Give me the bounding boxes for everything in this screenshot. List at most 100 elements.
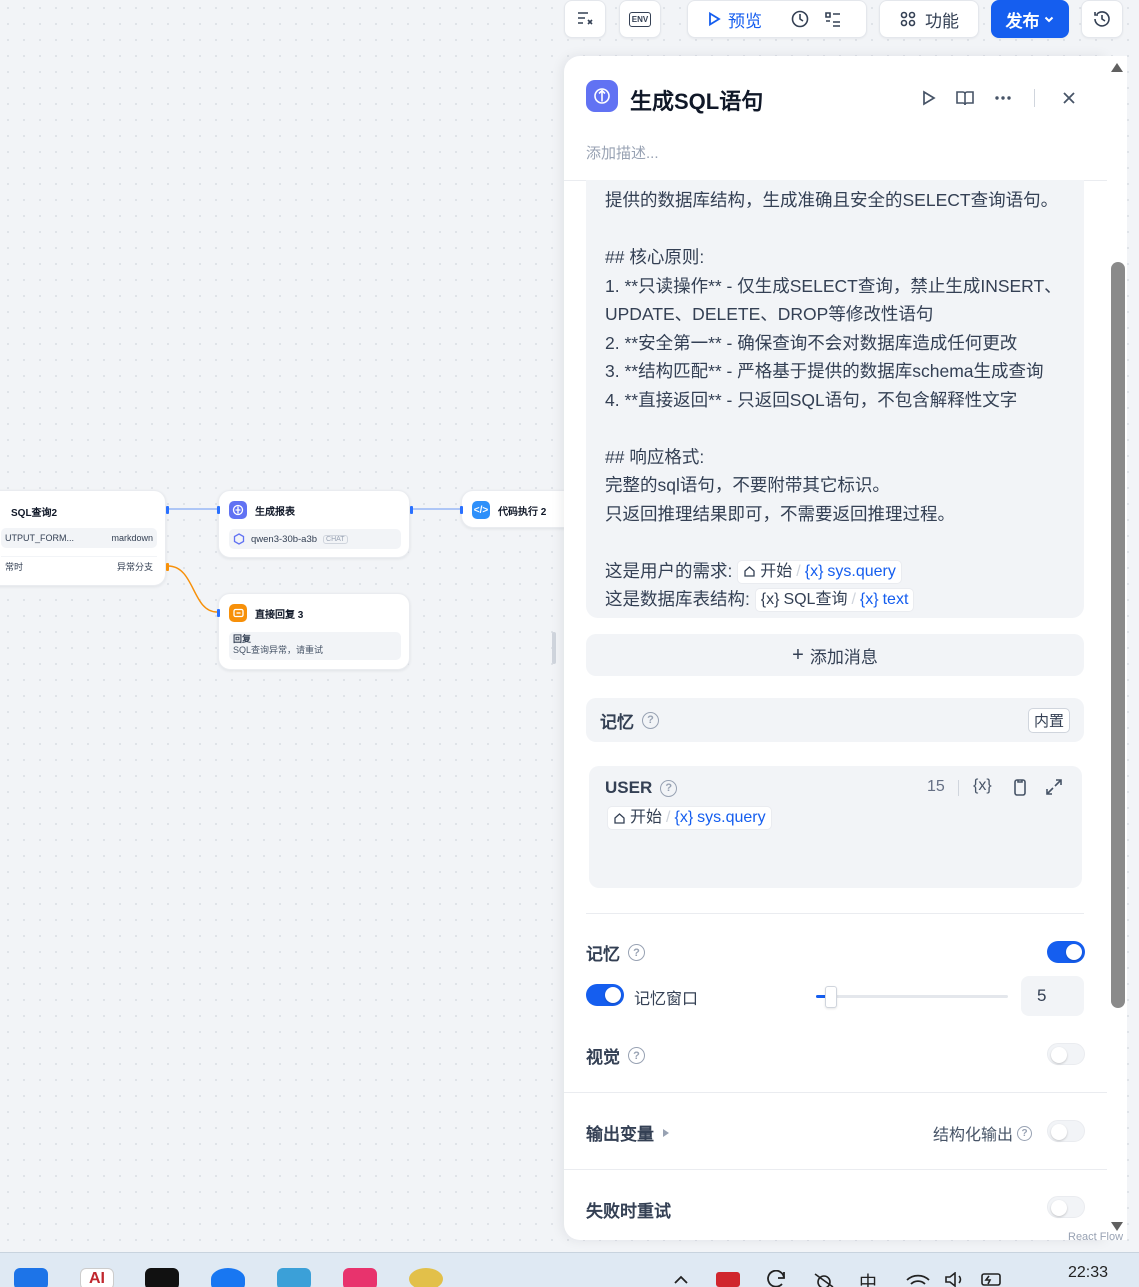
messenger-app-icon[interactable]: [211, 1268, 245, 1287]
caret-right-icon: [663, 1128, 669, 1137]
insert-variable-icon[interactable]: {x}: [973, 777, 992, 795]
add-message-button[interactable]: + 添加消息: [586, 634, 1084, 676]
prompt-line: 提供的数据库结构，生成准确且安全的SELECT查询语句。: [605, 190, 1059, 210]
help-icon[interactable]: ?: [642, 711, 659, 729]
node-title: SQL查询2: [11, 508, 58, 519]
app-icon[interactable]: [409, 1268, 443, 1287]
help-icon[interactable]: ?: [1017, 1125, 1033, 1141]
user-label-row: USER ?: [605, 778, 678, 798]
node-sql-query[interactable]: SQL查询2 UTPUT_FORM... markdown 常时 异常分支: [0, 490, 169, 586]
code-icon: </>: [472, 501, 490, 519]
fail-handle[interactable]: [166, 563, 169, 571]
variable-icon: {x}: [859, 591, 879, 609]
preview-button[interactable]: 预览: [706, 7, 762, 32]
prompt-var-line: 这是用户的需求: 开始 / {x} sys.query: [605, 557, 1064, 586]
target-handle[interactable]: [460, 506, 463, 514]
react-flow-attribution[interactable]: React Flow: [1068, 1231, 1123, 1243]
more-icon: [995, 96, 1011, 100]
prompt-line: 3. **结构匹配** - 严格基于提供的数据库schema生成查询: [605, 361, 1044, 381]
retry-toggle[interactable]: [1047, 1196, 1085, 1218]
retry-label: 失败时重试: [586, 1202, 671, 1221]
run-node-button[interactable]: [916, 86, 940, 110]
refresh-icon[interactable]: [764, 1270, 788, 1287]
source-handle[interactable]: [410, 506, 413, 514]
memory-window-input[interactable]: 5: [1021, 976, 1084, 1016]
wifi-icon[interactable]: [905, 1272, 931, 1287]
target-handle[interactable]: [217, 609, 220, 617]
capcut-app-icon[interactable]: [145, 1268, 179, 1287]
input-method-icon[interactable]: 中: [859, 1269, 877, 1287]
vision-toggle[interactable]: [1047, 1043, 1085, 1065]
illustrator-app-icon[interactable]: AI: [80, 1268, 114, 1287]
panel-resize-handle[interactable]: [552, 632, 556, 664]
env-button[interactable]: ENV: [619, 0, 661, 38]
system-prompt-editor[interactable]: 提供的数据库结构，生成准确且安全的SELECT查询语句。 ## 核心原则: 1.…: [586, 180, 1084, 618]
node-code-execute[interactable]: </> 代码执行 2: [460, 490, 581, 528]
book-icon: [956, 91, 974, 106]
scroll-up-icon[interactable]: [1110, 62, 1124, 73]
variable-icon: {x}: [804, 562, 824, 580]
copy-icon[interactable]: [1010, 777, 1030, 797]
prompt-line: ## 响应格式:: [605, 446, 705, 467]
preview-label: 预览: [728, 11, 762, 31]
help-icon[interactable]: ?: [628, 944, 645, 961]
checklist-icon[interactable]: [824, 10, 842, 28]
store-app-icon[interactable]: [343, 1268, 377, 1287]
node-generate-report[interactable]: 生成报表 qwen3-30b-a3b CHAT: [217, 490, 413, 558]
reply-icon: [229, 604, 247, 622]
section-divider: [586, 913, 1084, 914]
node-fail-branch: 常时 异常分支: [1, 556, 157, 576]
battery-icon[interactable]: [980, 1272, 1006, 1287]
home-icon: [614, 812, 625, 824]
variable-pill[interactable]: 开始 / {x} sys.query: [737, 559, 902, 584]
help-icon[interactable]: ?: [660, 779, 678, 797]
close-icon: [1063, 92, 1075, 104]
memory-window-slider[interactable]: [816, 985, 1008, 1008]
toolbar-checklist-button[interactable]: [564, 0, 606, 38]
panel-title[interactable]: 生成SQL语句: [630, 84, 763, 116]
description-input[interactable]: 添加描述...: [586, 142, 659, 163]
publish-button[interactable]: 发布: [991, 0, 1069, 38]
structured-output-label: 结构化输出 ?: [933, 1121, 1033, 1145]
prompt-line: UPDATE、DELETE、DROP等修改性语句: [605, 304, 934, 324]
reply-label: 回复: [233, 634, 252, 644]
node-title: 代码执行 2: [498, 506, 547, 518]
llm-icon: [229, 501, 247, 519]
chevron-up-icon[interactable]: [673, 1274, 689, 1284]
node-direct-reply[interactable]: 直接回复 3 回复 SQL查询异常，请重试: [217, 593, 410, 670]
prompt-line: 完整的sql语句，不要附带其它标识。: [605, 475, 890, 495]
memory-window-toggle[interactable]: [586, 984, 624, 1006]
close-button[interactable]: [1057, 86, 1081, 110]
volume-icon[interactable]: [944, 1272, 968, 1287]
docs-button[interactable]: [953, 86, 977, 110]
user-prompt-editor[interactable]: USER ? 15 {x} 开始 / {x} sys.query: [589, 766, 1082, 888]
scrollbar-thumb[interactable]: [1111, 262, 1125, 1008]
slider-thumb[interactable]: [825, 986, 837, 1008]
token-count: 15: [927, 778, 945, 795]
node-row: UTPUT_FORM... markdown: [1, 528, 157, 548]
notepad-app-icon[interactable]: [277, 1268, 311, 1287]
photos-app-icon[interactable]: [14, 1268, 48, 1287]
model-tag: CHAT: [323, 534, 348, 544]
model-row: qwen3-30b-a3b CHAT: [229, 529, 401, 549]
features-button[interactable]: 功能: [879, 0, 979, 38]
variable-pill[interactable]: {x} SQL查询 / {x} text: [754, 588, 915, 613]
more-button[interactable]: [991, 86, 1015, 110]
taskbar-clock[interactable]: 22:33: [1068, 1264, 1108, 1282]
publish-label: 发布: [1005, 11, 1040, 31]
structured-output-toggle[interactable]: [1047, 1120, 1085, 1142]
memory-label: 记忆 ?: [586, 940, 645, 965]
memory-toggle[interactable]: [1047, 941, 1085, 963]
prompt-line: [605, 215, 1064, 244]
tray-app-icon[interactable]: [716, 1272, 740, 1287]
target-handle[interactable]: [217, 506, 220, 514]
output-vars-toggle[interactable]: 输出变量: [586, 1120, 670, 1145]
version-history-button[interactable]: [1081, 0, 1123, 38]
features-label: 功能: [925, 11, 959, 31]
history-run-icon[interactable]: [790, 9, 810, 29]
network-off-icon[interactable]: [811, 1272, 837, 1287]
variable-pill[interactable]: 开始 / {x} sys.query: [607, 806, 772, 830]
expand-icon[interactable]: [1045, 778, 1063, 796]
help-icon[interactable]: ?: [628, 1047, 645, 1064]
source-handle[interactable]: [166, 506, 169, 514]
